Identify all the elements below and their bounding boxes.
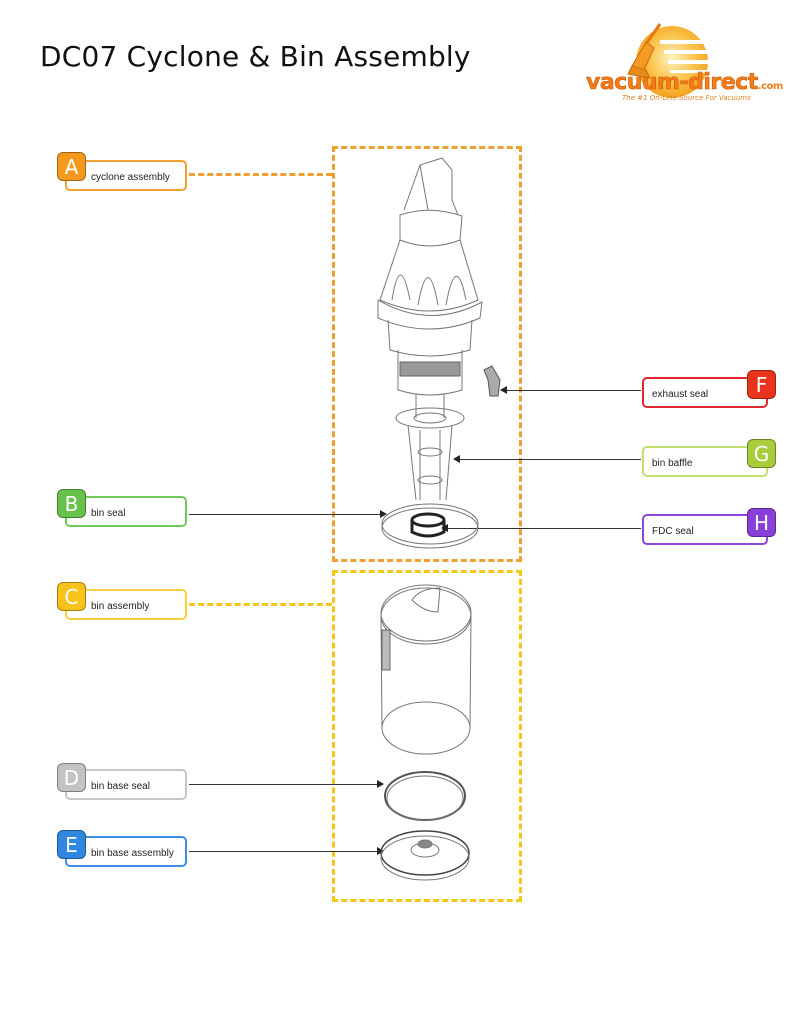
- part-name: bin base assembly: [91, 848, 174, 859]
- part-badge-b: B: [57, 489, 86, 518]
- part-badge-h: H: [747, 508, 776, 537]
- exhaust-seal-drawing: [483, 365, 501, 397]
- part-name: bin baffle: [652, 458, 693, 469]
- part-name: exhaust seal: [652, 389, 709, 400]
- bin-assembly-drawing: [380, 584, 472, 755]
- part-badge-a: A: [57, 152, 86, 181]
- fdc-seal-drawing: [410, 512, 446, 538]
- part-name: bin seal: [91, 508, 126, 519]
- bin-baffle-drawing: [395, 395, 465, 501]
- part-badge-d: D: [57, 763, 86, 792]
- part-badge-f: F: [747, 370, 776, 399]
- part-badge-g: G: [747, 439, 776, 468]
- part-badge-c: C: [57, 582, 86, 611]
- part-badge-e: E: [57, 830, 86, 859]
- part-name: bin assembly: [91, 601, 150, 612]
- part-name: bin base seal: [91, 781, 150, 792]
- bin-base-seal-drawing: [384, 771, 466, 821]
- part-name: cyclone assembly: [91, 172, 170, 183]
- bin-base-assembly-drawing: [380, 830, 470, 881]
- part-name: FDC seal: [652, 526, 694, 537]
- bin-seal-drawing: [381, 503, 479, 545]
- cyclone-assembly-drawing: [377, 157, 483, 396]
